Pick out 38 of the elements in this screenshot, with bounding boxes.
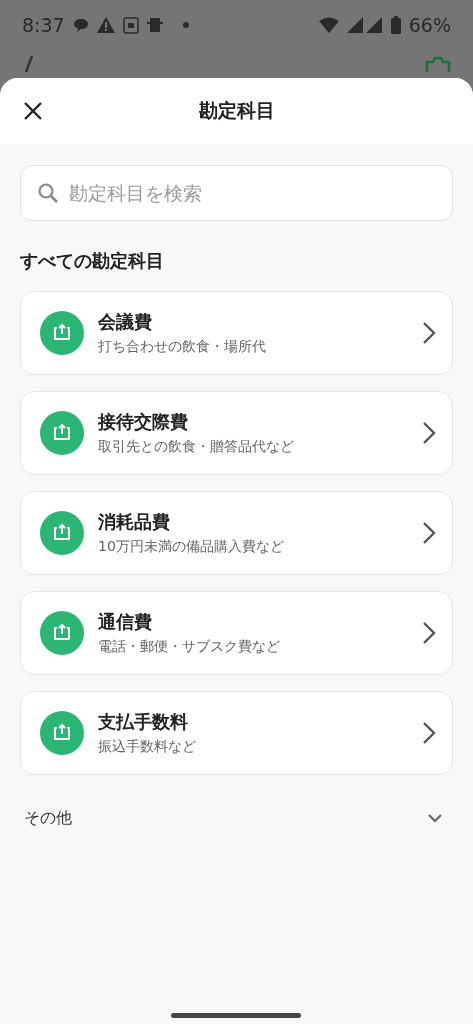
account-description: 10万円未満の備品購入費など [98,538,285,556]
account-description: 振込手数料など [98,738,197,756]
upload-icon [40,511,84,555]
upload-icon [40,311,84,355]
upload-icon [40,611,84,655]
chevron-right-icon [422,521,436,545]
status-time: 8:37 [22,14,65,36]
account-card[interactable]: 消耗品費 10万円未満の備品購入費など [20,491,453,575]
account-name: 会議費 [98,310,153,334]
warning-icon [96,17,115,33]
upload-icon [40,411,84,455]
search-field[interactable]: 勘定科目を検索 [20,165,453,221]
account-card[interactable]: 通信費 電話・郵便・サブスク費など [20,591,453,675]
chevron-right-icon [422,421,436,445]
account-name: 接待交際費 [98,410,189,434]
account-description: 電話・郵便・サブスク費など [98,638,281,656]
account-card[interactable]: 支払手数料 振込手数料など [20,691,453,775]
chevron-right-icon [422,621,436,645]
chat-icon [72,17,89,33]
other-label: その他 [24,807,72,829]
account-description: 打ち合わせの飲食・場所代 [98,338,267,356]
account-name: 消耗品費 [98,510,171,534]
upload-icon [40,711,84,755]
account-card[interactable]: 会議費 打ち合わせの飲食・場所代 [20,291,453,375]
chevron-right-icon [422,721,436,745]
section-title: すべての勘定科目 [20,249,165,273]
account-name: 通信費 [98,610,153,634]
battery-percent: 66% [408,14,451,36]
wifi-icon [318,17,339,33]
other-toggle[interactable]: その他 [20,803,453,833]
battery-icon [390,16,401,34]
account-description: 取引先との飲食・贈答品代など [98,438,295,456]
sheet-title: 勘定科目 [198,98,275,123]
signal-icon [346,17,383,33]
account-name: 支払手数料 [98,710,189,734]
account-card[interactable]: 接待交際費 取引先との飲食・贈答品代など [20,391,453,475]
chevron-right-icon [422,321,436,345]
dot-icon [182,22,189,28]
